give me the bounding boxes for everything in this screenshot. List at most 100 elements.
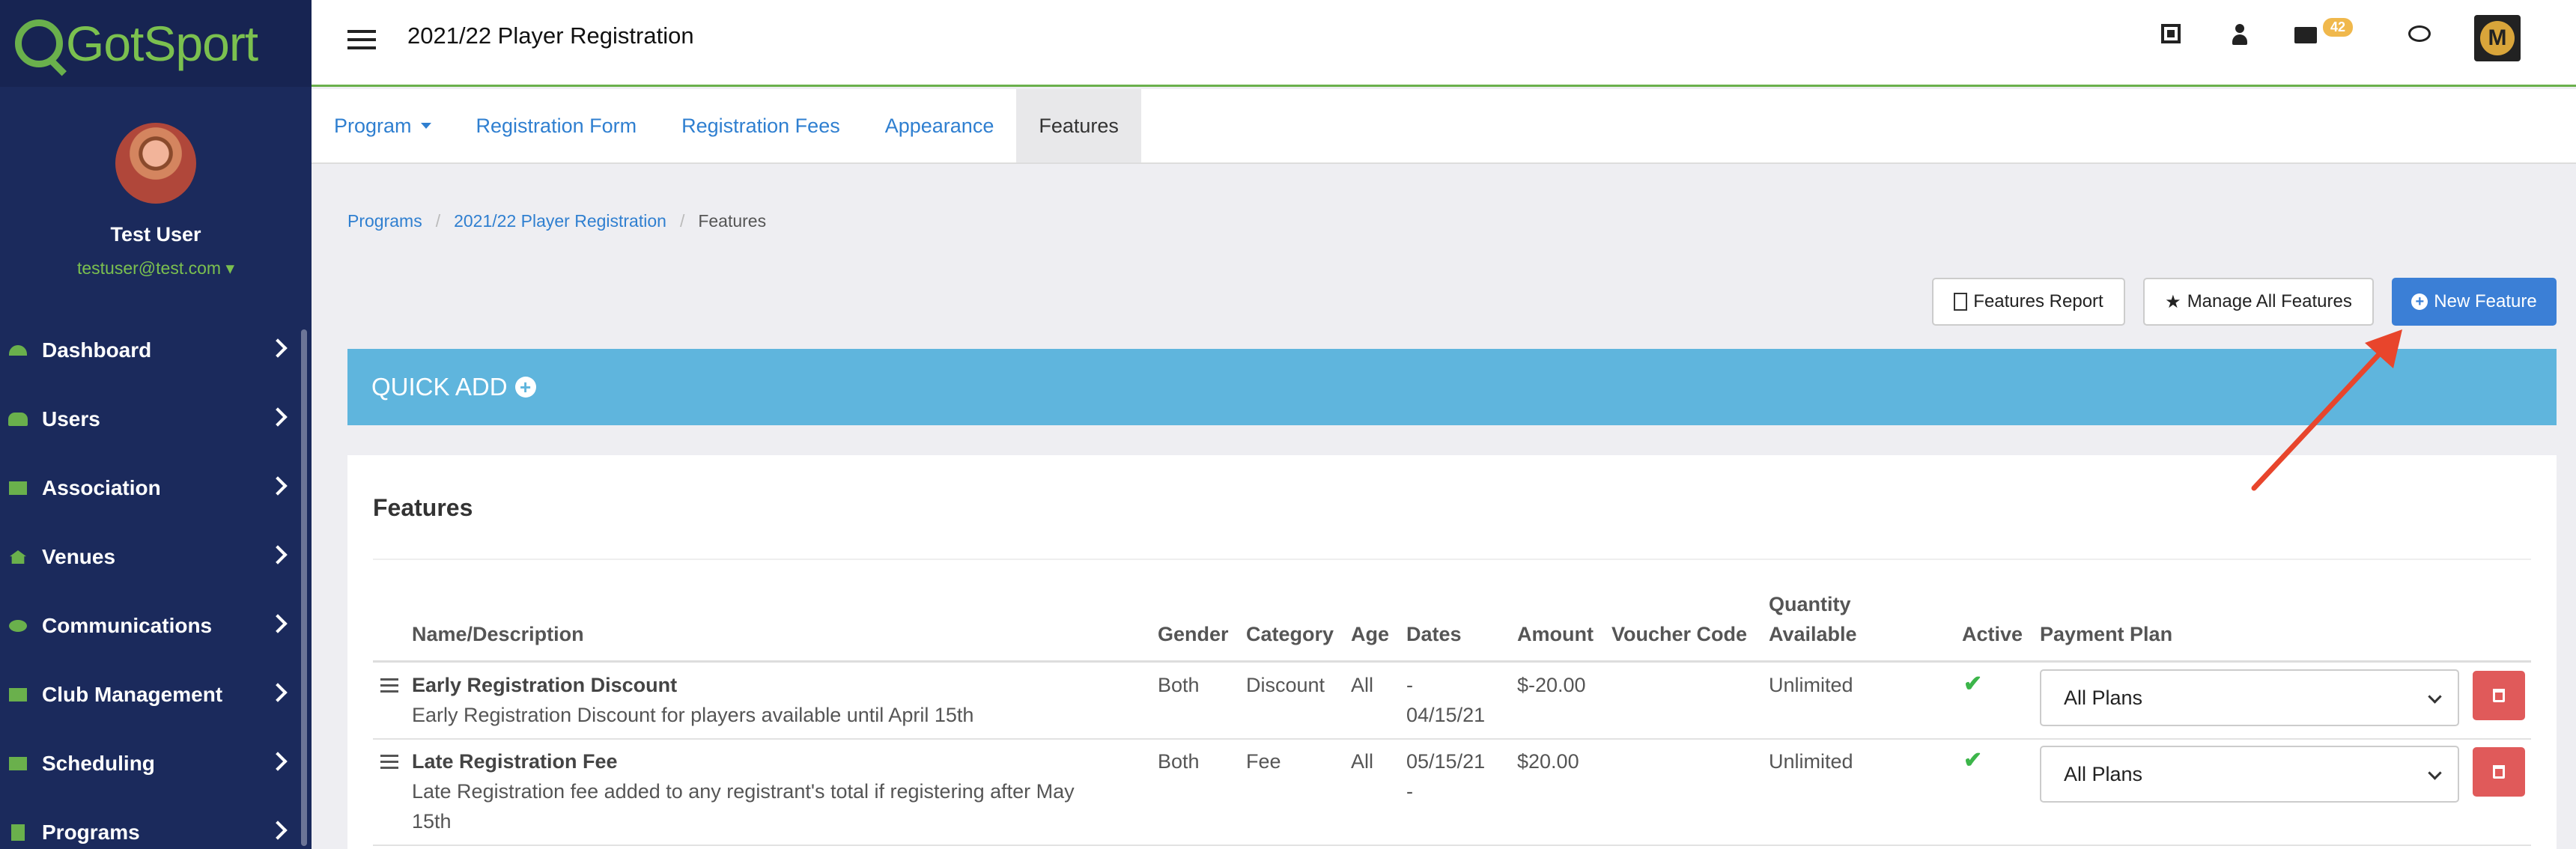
sidebar-item-communications[interactable]: Communications xyxy=(0,591,312,660)
tab-registration-fees[interactable]: Registration Fees xyxy=(659,89,863,162)
feature-dates-start: - xyxy=(1406,674,1413,696)
column-header-payment-plan: Payment Plan xyxy=(2040,623,2173,645)
feature-age: All xyxy=(1351,674,1374,696)
manage-all-features-button[interactable]: ★ Manage All Features xyxy=(2143,278,2374,326)
dashboard-icon xyxy=(7,341,28,359)
column-header-amount: Amount xyxy=(1517,623,1594,645)
column-header-voucher-code: Voucher Code xyxy=(1611,623,1748,645)
column-header-category: Category xyxy=(1246,623,1334,645)
drag-handle-icon[interactable] xyxy=(380,678,398,696)
feature-dates-start: 05/15/21 xyxy=(1406,750,1486,773)
tab-registration-form[interactable]: Registration Form xyxy=(454,89,660,162)
plus-circle-icon: + xyxy=(2411,293,2428,310)
breadcrumb-current: Features xyxy=(698,211,767,231)
hamburger-menu-icon[interactable] xyxy=(347,30,376,55)
feature-description: Early Registration Discount for players … xyxy=(412,704,974,726)
feature-age: All xyxy=(1351,750,1374,773)
feature-name: Late Registration Fee xyxy=(412,750,618,773)
feature-dates-end: - xyxy=(1406,780,1413,803)
sidebar-item-scheduling[interactable]: Scheduling xyxy=(0,729,312,798)
chevron-right-icon xyxy=(268,821,288,840)
feature-description: Late Registration fee added to any regis… xyxy=(412,780,1075,803)
feature-category: Discount xyxy=(1246,674,1325,696)
breadcrumb: Programs / 2021/22 Player Registration /… xyxy=(347,211,766,231)
sidebar-scrollbar[interactable] xyxy=(301,329,307,846)
qr-code-icon[interactable] xyxy=(2161,24,2181,43)
delete-feature-button[interactable] xyxy=(2473,747,2525,797)
users-icon xyxy=(7,410,28,428)
envelope-icon[interactable] xyxy=(2294,27,2317,43)
avatar[interactable] xyxy=(115,123,196,204)
file-icon xyxy=(7,824,28,842)
drag-handle-icon[interactable] xyxy=(380,755,398,773)
feature-quantity: Unlimited xyxy=(1769,750,1853,773)
sidebar-item-club-management[interactable]: Club Management xyxy=(0,660,312,729)
column-header-quantity: Quantity xyxy=(1769,593,1851,615)
features-report-button[interactable]: Features Report xyxy=(1932,278,2125,326)
logo-mark-icon xyxy=(15,19,63,67)
table-header-divider xyxy=(373,660,2531,663)
sidebar-item-dashboard[interactable]: Dashboard xyxy=(0,316,312,385)
chevron-down-icon xyxy=(2428,690,2442,704)
column-header-dates: Dates xyxy=(1406,623,1462,645)
tab-features[interactable]: Features xyxy=(1016,89,1141,162)
chat-icon[interactable] xyxy=(2408,25,2431,42)
calendar-icon xyxy=(7,755,28,773)
delete-feature-button[interactable] xyxy=(2473,671,2525,720)
sidebar-item-association[interactable]: Association xyxy=(0,454,312,523)
organization-logo-letter: M xyxy=(2480,21,2515,55)
divider xyxy=(373,559,2531,560)
chevron-right-icon xyxy=(268,614,288,633)
features-title: Features xyxy=(373,494,473,521)
club-icon xyxy=(7,686,28,704)
quick-add-label: QUICK ADD xyxy=(371,373,508,401)
annotation-arrow xyxy=(2251,329,2402,491)
user-email-dropdown[interactable]: testuser@test.com ▾ xyxy=(0,258,312,279)
caret-down-icon xyxy=(420,123,431,129)
payment-plan-select[interactable]: All Plans xyxy=(2040,746,2459,803)
sidebar-item-label: Users xyxy=(42,407,100,430)
button-label: New Feature xyxy=(2434,291,2537,311)
tab-label: Appearance xyxy=(884,114,994,137)
feature-name: Early Registration Discount xyxy=(412,674,678,696)
breadcrumb-programs[interactable]: Programs xyxy=(347,211,422,231)
gotsport-logo[interactable]: GotSport xyxy=(0,0,312,87)
payment-plan-select[interactable]: All Plans xyxy=(2040,669,2459,726)
comments-icon xyxy=(7,617,28,635)
file-icon xyxy=(1954,293,1968,311)
button-label: Manage All Features xyxy=(2187,291,2352,311)
sidebar-item-users[interactable]: Users xyxy=(0,385,312,454)
trash-icon xyxy=(2493,765,2505,779)
payment-plan-value: All Plans xyxy=(2064,686,2143,709)
payment-plan-value: All Plans xyxy=(2064,762,2143,785)
sidebar-item-label: Dashboard xyxy=(42,338,152,362)
feature-gender: Both xyxy=(1158,674,1200,696)
sidebar-item-label: Scheduling xyxy=(42,752,155,775)
top-bar: 2021/22 Player Registration 42 M xyxy=(312,0,2576,87)
plus-circle-icon: + xyxy=(514,377,536,398)
tab-appearance[interactable]: Appearance xyxy=(863,89,1017,162)
quick-add-bar[interactable]: QUICK ADD + xyxy=(347,349,2557,425)
tab-program[interactable]: Program xyxy=(312,89,454,162)
tab-label: Registration Form xyxy=(476,114,637,137)
sidebar-item-venues[interactable]: Venues xyxy=(0,523,312,591)
column-header-gender: Gender xyxy=(1158,623,1229,645)
organization-logo[interactable]: M xyxy=(2474,15,2521,61)
tab-label: Registration Fees xyxy=(681,114,840,137)
home-icon xyxy=(7,548,28,566)
sidebar-item-programs[interactable]: Programs xyxy=(0,798,312,849)
breadcrumb-program[interactable]: 2021/22 Player Registration xyxy=(454,211,666,231)
user-icon[interactable] xyxy=(2230,24,2250,46)
check-icon: ✔ xyxy=(1963,672,1983,696)
mail-count-badge: 42 xyxy=(2323,18,2354,37)
sidebar-item-label: Venues xyxy=(42,545,116,568)
sidebar-item-label: Communications xyxy=(42,614,213,637)
feature-amount: $-20.00 xyxy=(1517,674,1586,696)
sitemap-icon xyxy=(7,479,28,497)
chevron-right-icon xyxy=(268,476,288,496)
chevron-right-icon xyxy=(268,683,288,702)
column-header-age: Age xyxy=(1351,623,1390,645)
sidebar-item-label: Association xyxy=(42,476,161,499)
check-icon: ✔ xyxy=(1963,748,1983,773)
new-feature-button[interactable]: + New Feature xyxy=(2392,278,2557,326)
